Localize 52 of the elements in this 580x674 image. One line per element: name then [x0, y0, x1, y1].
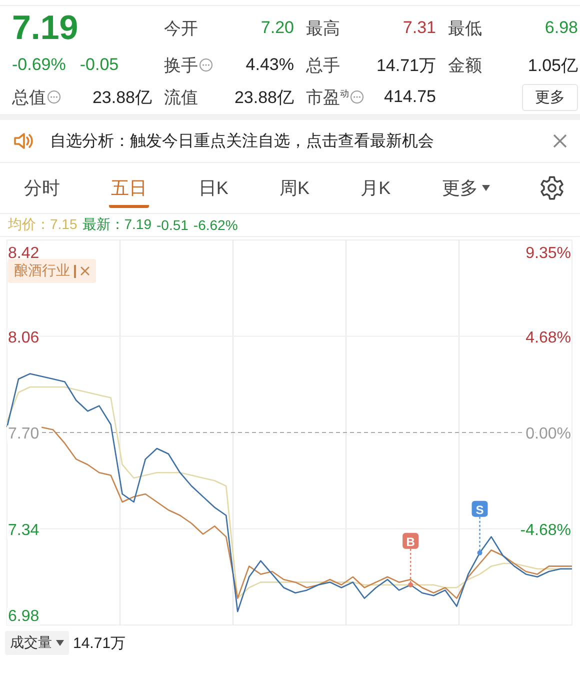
chart-tab[interactable]: 更多 — [440, 168, 492, 208]
axis-label: 7.34 — [8, 522, 40, 539]
stat-label: 总值 — [12, 86, 46, 108]
caret-icon — [56, 640, 64, 646]
stat-label: 换手 — [164, 54, 198, 76]
legend-text: 最新：7.19 — [82, 216, 152, 234]
stat-value: 23.88亿 — [234, 86, 294, 108]
legend-text: 均价：7.15 — [8, 216, 78, 234]
info-icon[interactable] — [350, 90, 364, 104]
axis-label: 9.35% — [526, 245, 571, 262]
settings-icon[interactable] — [538, 175, 565, 201]
volume-selector[interactable]: 成交量 — [5, 631, 69, 655]
axis-label: 0.00% — [526, 426, 571, 442]
axis-label: 4.68% — [526, 329, 571, 346]
volume-value: 14.71万 — [73, 634, 126, 652]
chart-tab[interactable]: 分时 — [22, 168, 62, 208]
stock-price: 7.19 — [12, 8, 80, 48]
stat-label: 今开 — [164, 18, 198, 40]
stat-label: 最高 — [306, 18, 340, 40]
tag-label: 酿酒行业 — [14, 262, 70, 280]
chart-tab[interactable]: 周K — [277, 168, 312, 208]
legend-text: -0.51 — [156, 217, 188, 233]
stat-value: 4.43% — [246, 55, 294, 75]
info-icon[interactable] — [199, 58, 213, 72]
chart-tab[interactable]: 五日 — [109, 168, 150, 208]
stat-label: 金额 — [448, 54, 482, 76]
legend-text: -6.62% — [193, 217, 238, 233]
close-icon[interactable] — [80, 266, 90, 276]
stat-label: 总手 — [306, 54, 340, 76]
more-button[interactable]: 更多 — [522, 84, 578, 110]
stat-value: 1.05亿 — [528, 54, 578, 76]
change-percent: -0.69% — [12, 55, 66, 75]
axis-label: -4.68% — [520, 522, 571, 539]
stat-value: 7.20 — [260, 18, 294, 38]
info-icon[interactable] — [47, 90, 61, 104]
stat-value: 6.98 — [544, 18, 578, 38]
stat-label: 最低 — [448, 18, 482, 40]
axis-label: 8.06 — [8, 329, 40, 346]
stat-value: 7.31 — [402, 18, 436, 38]
stat-value: 414.75 — [384, 87, 436, 107]
close-icon[interactable] — [552, 133, 568, 149]
chart-tab[interactable]: 月K — [358, 168, 393, 208]
stat-label: 市盈$^{动}$ — [306, 86, 349, 108]
stat-label: 流值 — [164, 86, 198, 108]
change-amount: -0.05 — [80, 55, 119, 75]
notice-text[interactable]: 自选分析：触发今日重点关注自选，点击查看最新机会 — [50, 130, 538, 152]
chart-tab[interactable]: 日K — [196, 168, 230, 208]
axis-label: 8.42 — [8, 245, 40, 262]
axis-label: 7.70 — [8, 426, 40, 442]
stat-value: 23.88亿 — [92, 86, 152, 108]
stat-value: 14.71万 — [376, 54, 436, 76]
axis-label: 6.98 — [8, 608, 40, 625]
